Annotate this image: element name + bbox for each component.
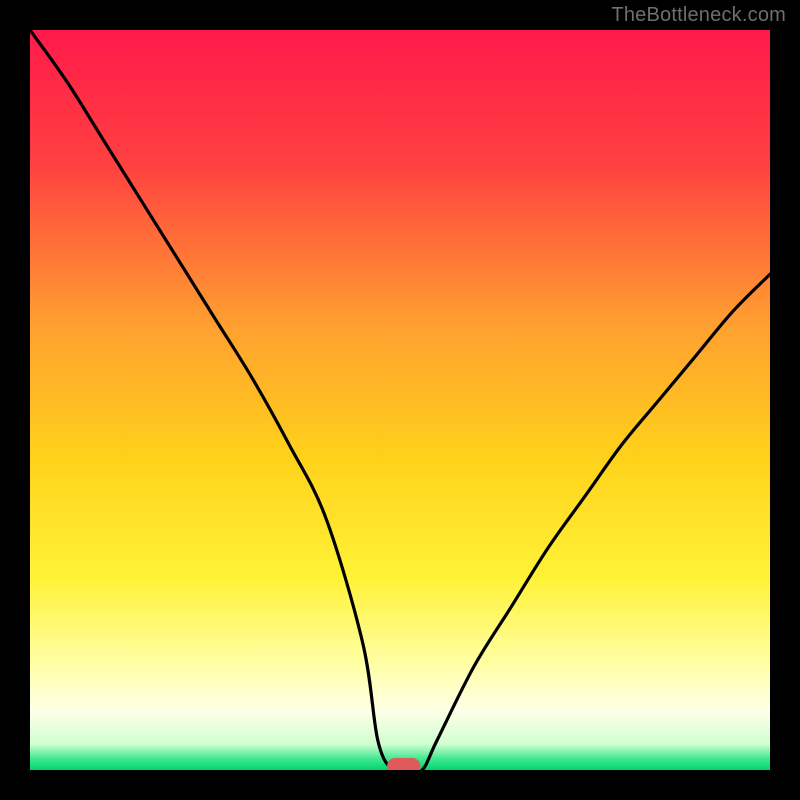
chart-svg — [30, 30, 770, 770]
chart-frame: TheBottleneck.com — [0, 0, 800, 800]
plot-area — [30, 30, 770, 770]
watermark-text: TheBottleneck.com — [611, 4, 786, 27]
sweet-spot-marker — [387, 758, 420, 770]
